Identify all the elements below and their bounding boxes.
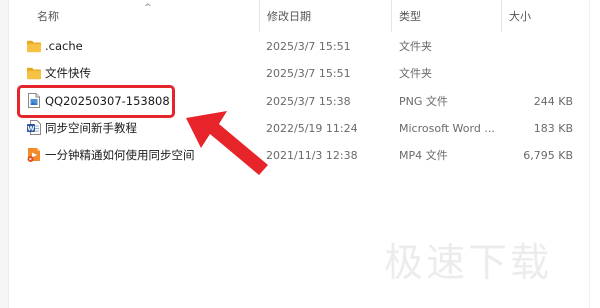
file-explorer-window: ^ 名称 修改日期 类型 大小 .cache 2025/3/7 15:51 文件… bbox=[0, 0, 600, 308]
watermark: 极速下载 bbox=[384, 241, 553, 286]
